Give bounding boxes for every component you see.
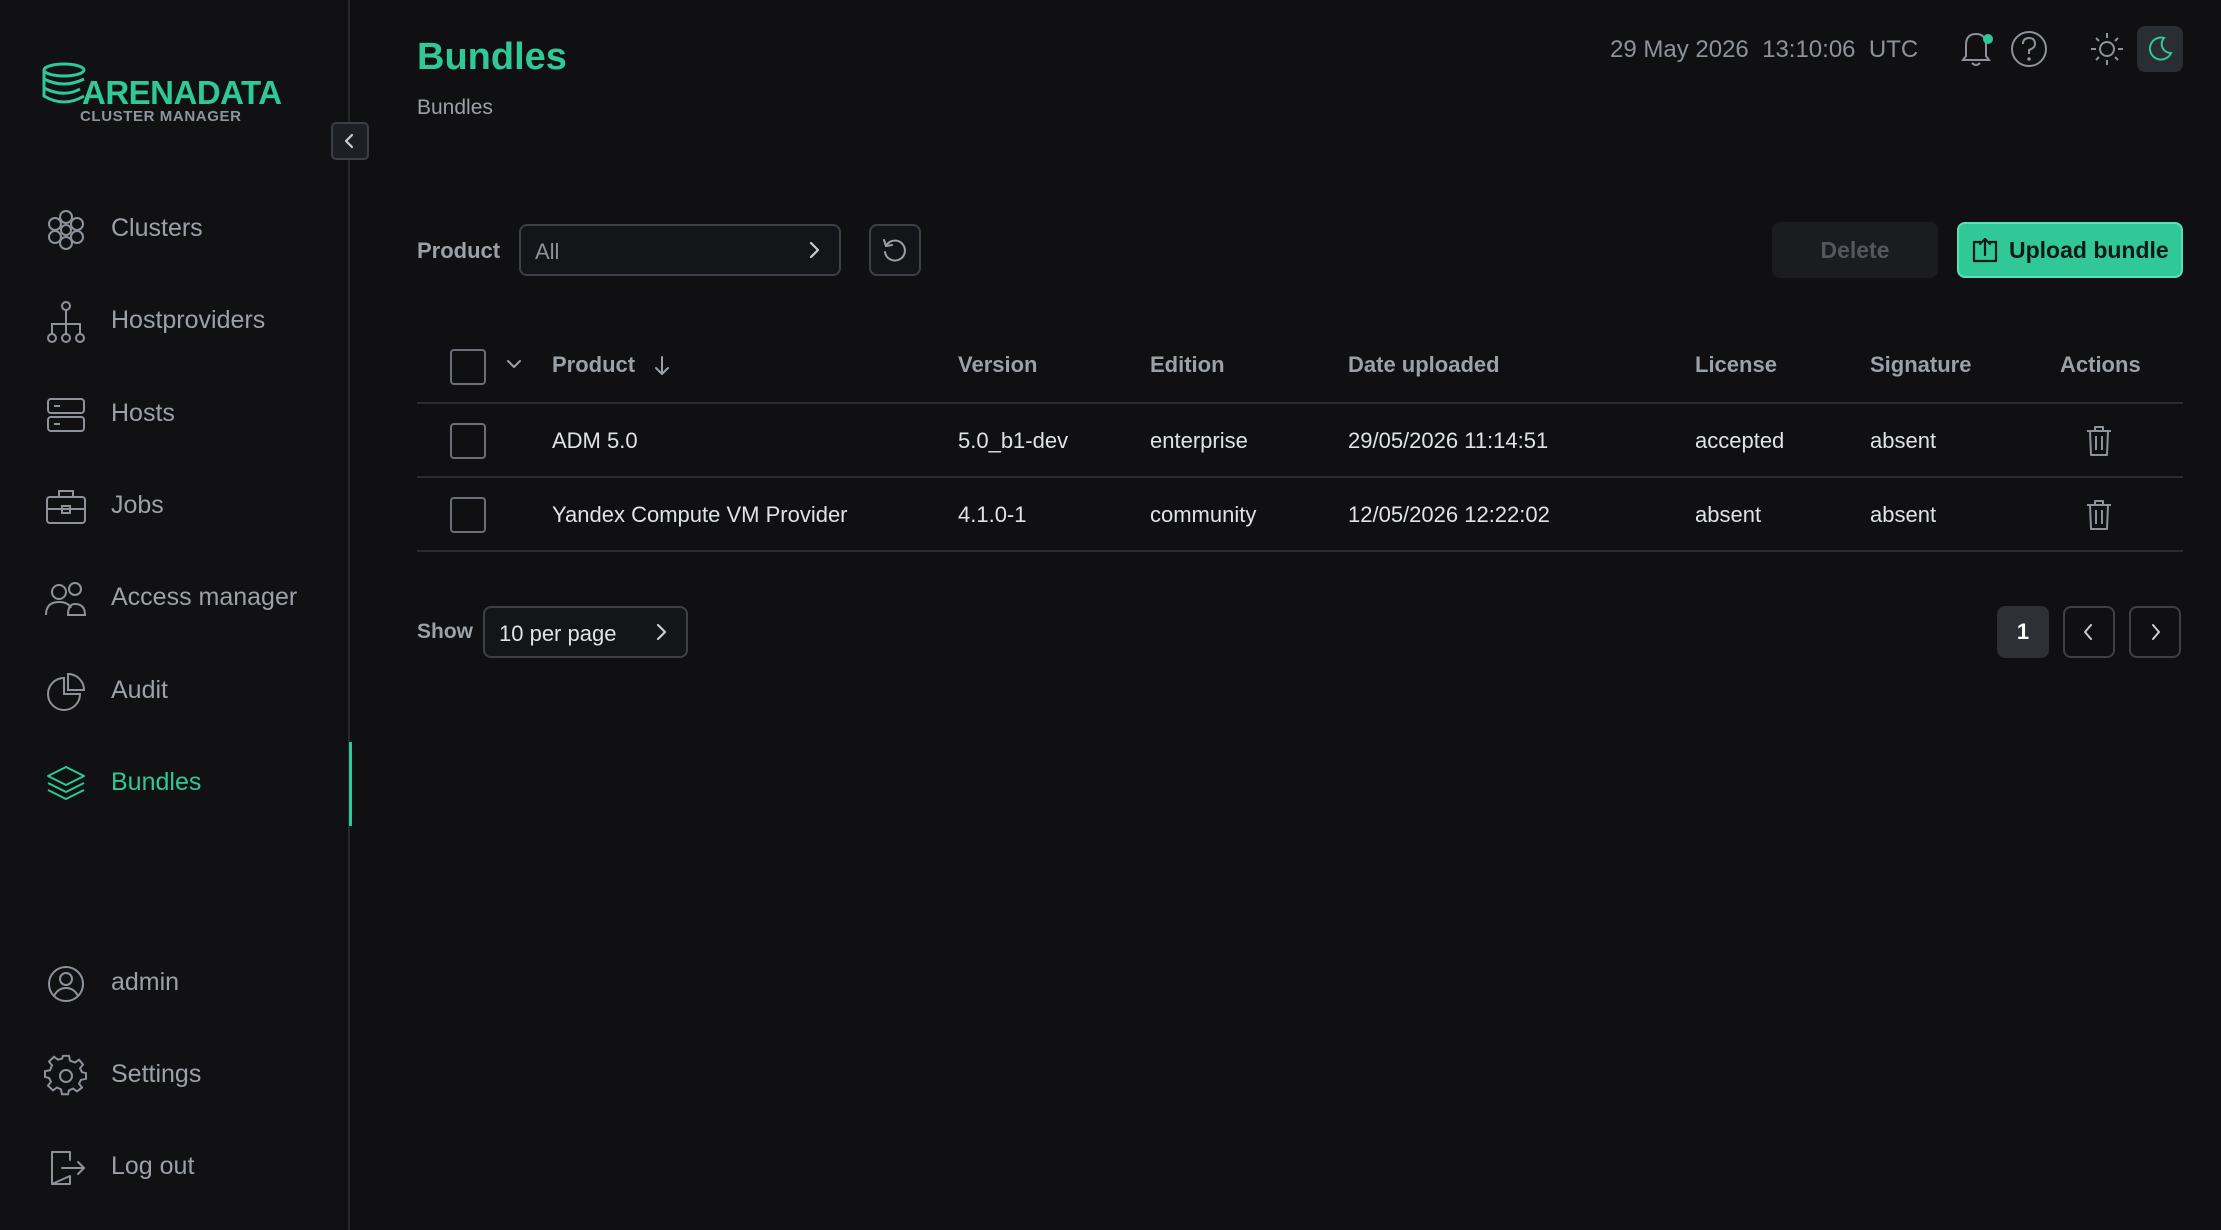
trash-icon[interactable] bbox=[2084, 498, 2114, 532]
sidebar-item-label: Clusters bbox=[111, 214, 203, 242]
delete-button[interactable]: Delete bbox=[1772, 222, 1938, 278]
page-title: Bundles bbox=[417, 36, 567, 78]
previous-page-button[interactable] bbox=[2063, 606, 2115, 658]
logo-subtitle: CLUSTER MANAGER bbox=[80, 108, 242, 125]
trash-icon[interactable] bbox=[2084, 424, 2114, 458]
sidebar: ARENADATA CLUSTER MANAGER Clusters Hostp… bbox=[0, 0, 369, 1230]
column-actions: Actions bbox=[2060, 352, 2141, 377]
page-number-button[interactable]: 1 bbox=[1997, 606, 2049, 658]
hostproviders-icon bbox=[47, 301, 85, 343]
per-page-value: 10 per page bbox=[499, 621, 617, 646]
upload-icon bbox=[1972, 237, 1998, 263]
chevron-left-icon bbox=[344, 133, 354, 149]
sidebar-item-audit[interactable]: Audit bbox=[0, 650, 350, 734]
cell-license: absent bbox=[1695, 502, 1762, 527]
chevron-down-icon[interactable] bbox=[504, 354, 524, 374]
chevron-right-icon bbox=[2152, 624, 2160, 640]
sidebar-item-clusters[interactable]: Clusters bbox=[0, 188, 350, 272]
sidebar-item-label: Jobs bbox=[111, 491, 164, 519]
sidebar-item-hostproviders[interactable]: Hostproviders bbox=[0, 280, 350, 364]
moon-icon bbox=[2148, 36, 2173, 61]
sidebar-item-access-manager[interactable]: Access manager bbox=[0, 557, 350, 641]
sidebar-item-settings[interactable]: Settings bbox=[0, 1034, 350, 1118]
row-checkbox[interactable] bbox=[450, 423, 486, 459]
sidebar-item-label: Audit bbox=[111, 676, 168, 704]
cell-version: 5.0_b1-dev bbox=[958, 428, 1069, 453]
cell-version: 4.1.0-1 bbox=[958, 502, 1027, 527]
sidebar-item-label: Access manager bbox=[111, 583, 298, 611]
cell-date-uploaded: 29/05/2026 11:14:51 bbox=[1348, 428, 1549, 453]
sidebar-item-label: Hosts bbox=[111, 399, 175, 427]
column-version[interactable]: Version bbox=[958, 352, 1037, 378]
sidebar-item-label: Settings bbox=[111, 1060, 202, 1088]
column-signature[interactable]: Signature bbox=[1870, 352, 1971, 378]
cell-edition: community bbox=[1150, 502, 1257, 527]
jobs-icon bbox=[46, 490, 86, 524]
product-filter-value: All bbox=[535, 239, 560, 264]
logout-icon bbox=[51, 1151, 85, 1185]
arenadata-logo[interactable]: ARENADATA CLUSTER MANAGER bbox=[42, 62, 282, 128]
product-filter-select[interactable]: All bbox=[519, 224, 841, 276]
column-date-uploaded[interactable]: Date uploaded bbox=[1348, 352, 1500, 378]
breadcrumb[interactable]: Bundles bbox=[417, 96, 493, 120]
column-license[interactable]: License bbox=[1695, 352, 1777, 378]
sidebar-item-logout[interactable]: Log out bbox=[0, 1126, 350, 1210]
bundles-icon bbox=[47, 766, 85, 800]
column-edition[interactable]: Edition bbox=[1150, 352, 1225, 378]
sidebar-item-admin[interactable]: admin bbox=[0, 942, 350, 1026]
hosts-icon bbox=[47, 398, 85, 432]
cell-signature: absent bbox=[1870, 502, 1937, 527]
bell-icon[interactable] bbox=[1958, 28, 1994, 68]
per-page-select[interactable]: 10 per page bbox=[483, 606, 688, 658]
column-product-label: Product bbox=[552, 352, 636, 377]
sidebar-item-bundles[interactable]: Bundles bbox=[0, 742, 352, 826]
cell-date-uploaded: 12/05/2026 12:22:02 bbox=[1348, 502, 1550, 527]
table-header: Product Version Edition Date uploaded Li… bbox=[417, 330, 2183, 404]
select-all-checkbox[interactable] bbox=[450, 349, 486, 385]
row-checkbox[interactable] bbox=[450, 497, 486, 533]
user-icon bbox=[48, 966, 84, 1002]
clusters-icon bbox=[48, 210, 84, 250]
cell-signature: absent bbox=[1870, 428, 1937, 453]
collapse-sidebar-button[interactable] bbox=[331, 122, 369, 160]
access-manager-icon bbox=[45, 582, 87, 616]
dark-theme-toggle[interactable] bbox=[2137, 26, 2183, 72]
sidebar-item-label: Log out bbox=[111, 1152, 195, 1180]
bundles-table: Product Version Edition Date uploaded Li… bbox=[417, 330, 2183, 552]
column-product[interactable]: Product bbox=[552, 352, 671, 378]
sidebar-item-jobs[interactable]: Jobs bbox=[0, 465, 350, 549]
chevron-right-icon bbox=[656, 623, 667, 641]
cell-license: accepted bbox=[1695, 428, 1785, 453]
sidebar-item-hosts[interactable]: Hosts bbox=[0, 373, 350, 457]
cell-product[interactable]: ADM 5.0 bbox=[552, 428, 638, 454]
chevron-right-icon bbox=[809, 241, 820, 259]
product-filter-label: Product bbox=[417, 238, 501, 263]
sidebar-item-label: admin bbox=[111, 968, 180, 996]
cell-edition: enterprise bbox=[1150, 428, 1248, 453]
sort-desc-icon bbox=[655, 356, 670, 376]
upload-bundle-button[interactable]: Upload bundle bbox=[1957, 222, 2183, 278]
logo-text: ARENADATA bbox=[82, 74, 282, 111]
sidebar-item-label: Bundles bbox=[111, 768, 202, 796]
reset-filters-button[interactable] bbox=[869, 224, 921, 276]
audit-icon bbox=[47, 672, 86, 711]
table-row[interactable]: ADM 5.0 5.0_b1-dev enterprise 29/05/2026… bbox=[417, 404, 2183, 478]
light-theme-icon[interactable] bbox=[2089, 31, 2125, 67]
sidebar-item-label: Hostproviders bbox=[111, 306, 266, 334]
help-icon[interactable] bbox=[2009, 29, 2049, 69]
table-row[interactable]: Yandex Compute VM Provider 4.1.0-1 commu… bbox=[417, 478, 2183, 552]
reset-icon bbox=[883, 239, 906, 262]
show-label: Show bbox=[417, 620, 473, 643]
chevron-left-icon bbox=[2084, 624, 2092, 640]
upload-bundle-label: Upload bundle bbox=[2009, 236, 2169, 263]
settings-icon bbox=[44, 1054, 87, 1096]
cell-product[interactable]: Yandex Compute VM Provider bbox=[552, 502, 848, 528]
next-page-button[interactable] bbox=[2129, 606, 2181, 658]
datetime-display: 29 May 2026 13:10:06 UTC bbox=[1610, 36, 1919, 63]
